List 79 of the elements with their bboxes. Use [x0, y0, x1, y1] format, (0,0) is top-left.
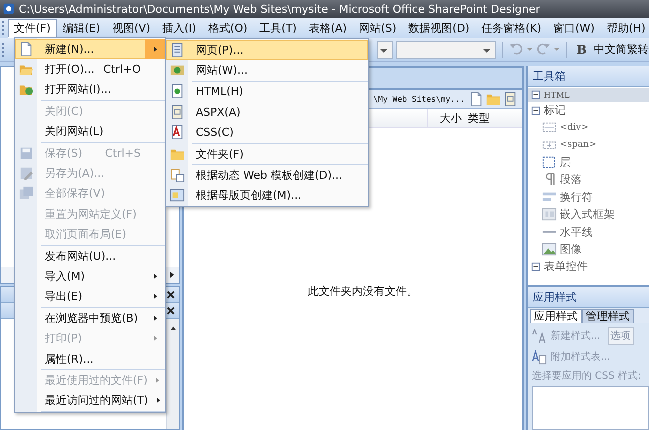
tab[interactable]: 管理样式 — [582, 309, 634, 323]
folder-path: \My Web Sites\my... — [373, 94, 465, 104]
column-header[interactable]: 大小 — [428, 110, 468, 126]
document-icon[interactable] — [503, 92, 518, 106]
menu-item[interactable]: 打开(O)... Ctrl+O — [15, 59, 165, 80]
toolbox-item[interactable]: 图像 — [560, 242, 582, 257]
menu-item[interactable]: 最近访问过的网站(T) — [15, 390, 165, 412]
menu-bar-item[interactable]: 网站(S) — [353, 18, 403, 38]
menu-item[interactable]: 网页(P)... — [166, 40, 368, 60]
dashed-box-icon — [542, 154, 557, 170]
collapse-icon[interactable] — [531, 106, 541, 116]
menu-item[interactable]: 关闭网站(L) — [15, 122, 165, 142]
close-icon[interactable] — [167, 290, 175, 298]
tab[interactable]: 应用样式 — [530, 309, 582, 323]
menu-bar-item[interactable]: 窗口(W) — [548, 18, 601, 38]
scrollbar[interactable] — [166, 319, 179, 429]
menu-bar-item[interactable]: 文件(F) — [8, 18, 57, 38]
app-icon — [3, 3, 15, 15]
menu-bar-item[interactable]: 帮助(H) — [600, 18, 649, 38]
image-icon — [542, 242, 557, 257]
menu-item[interactable]: 发布网站(U)... — [15, 246, 165, 266]
scroll-up-icon[interactable] — [170, 325, 176, 332]
toolbox-item[interactable]: 层 — [560, 154, 571, 170]
menu-item[interactable]: 网站(W)... — [166, 60, 368, 81]
toolbox-item[interactable]: 段落 — [560, 172, 582, 188]
toolbox-group-label[interactable]: 表单控件 — [544, 259, 588, 274]
column-header[interactable]: 类型 — [468, 110, 522, 126]
menu-item[interactable]: 文件夹(F) — [166, 144, 368, 164]
new-style-icon — [532, 328, 547, 344]
style-prompt: 选择要应用的 CSS 样式: — [532, 370, 642, 383]
menu-bar-item[interactable]: 视图(V) — [106, 18, 157, 38]
menu-item[interactable]: 属性(R)... — [15, 348, 165, 370]
menu-bar-item[interactable]: 表格(A) — [302, 18, 354, 38]
frame-icon — [542, 207, 557, 222]
menu-item[interactable]: 打开网站(I)... — [15, 80, 165, 100]
menu-item[interactable]: 导入(M) — [15, 266, 165, 287]
page-icon — [170, 42, 184, 58]
attach-style-icon — [532, 350, 547, 364]
menu-bar-item[interactable]: 格式(O) — [202, 18, 254, 38]
disks-icon — [18, 186, 34, 202]
menu-bar-item[interactable]: 插入(I) — [156, 18, 202, 38]
menu-item[interactable]: 根据动态 Web 模板创建(D)... — [166, 165, 368, 186]
window-title: C:\Users\Administrator\Documents\My Web Sites\mysite - Microsoft Office SharePoint Designer — [19, 2, 540, 16]
menu-item[interactable]: HTML(H) — [166, 82, 368, 102]
collapse-icon[interactable] — [531, 90, 541, 100]
line-icon — [542, 231, 557, 234]
scroll-right-icon[interactable] — [169, 271, 175, 279]
menu-item[interactable]: 在浏览器中预览(B) — [15, 308, 165, 328]
document-icon — [170, 188, 184, 204]
toolbox-item[interactable]: <div> — [560, 122, 589, 133]
menu-item[interactable]: 导出(E) — [15, 286, 165, 308]
menu-bar-item[interactable]: 工具(T) — [254, 18, 303, 38]
menu-bar-item[interactable]: 编辑(E) — [56, 18, 106, 38]
menu-item[interactable]: ASPX(A) — [166, 102, 368, 123]
dropdown[interactable] — [376, 40, 393, 58]
menu-item[interactable]: 新建(N)... — [15, 39, 165, 60]
document-icon — [170, 84, 184, 100]
menu-item[interactable]: CSS(C) — [166, 122, 368, 143]
toolbar-label[interactable]: 中文简繁转 — [594, 42, 649, 57]
toolbox-group-label[interactable]: 标记 — [544, 103, 566, 118]
menu-item[interactable]: 根据母版页创建(M)... — [166, 186, 368, 206]
document-icon — [170, 168, 184, 184]
close-icon[interactable] — [167, 306, 175, 314]
panel-title: 工具箱 — [528, 66, 649, 87]
collapse-icon[interactable] — [531, 262, 541, 272]
page-icon[interactable] — [469, 92, 484, 106]
menu-bar-item[interactable]: 任务窗格(K) — [476, 18, 548, 38]
empty-message: 此文件夹内没有文件。 — [307, 284, 418, 299]
bold-button[interactable]: B — [572, 42, 592, 56]
menu-bar-item[interactable]: 数据视图(D) — [402, 18, 476, 38]
toolbox-item[interactable]: <span> — [560, 140, 597, 150]
page-icon — [18, 42, 34, 57]
toolbox-category[interactable]: HTML — [528, 88, 649, 102]
toolbox-item[interactable]: 嵌入式框架 — [560, 207, 615, 222]
toolbox-item[interactable]: 换行符 — [560, 190, 593, 205]
document-icon — [170, 104, 184, 120]
document-icon — [170, 125, 184, 140]
toolbox-item[interactable]: 水平线 — [560, 224, 593, 240]
panel-title: 应用样式 — [528, 287, 649, 308]
